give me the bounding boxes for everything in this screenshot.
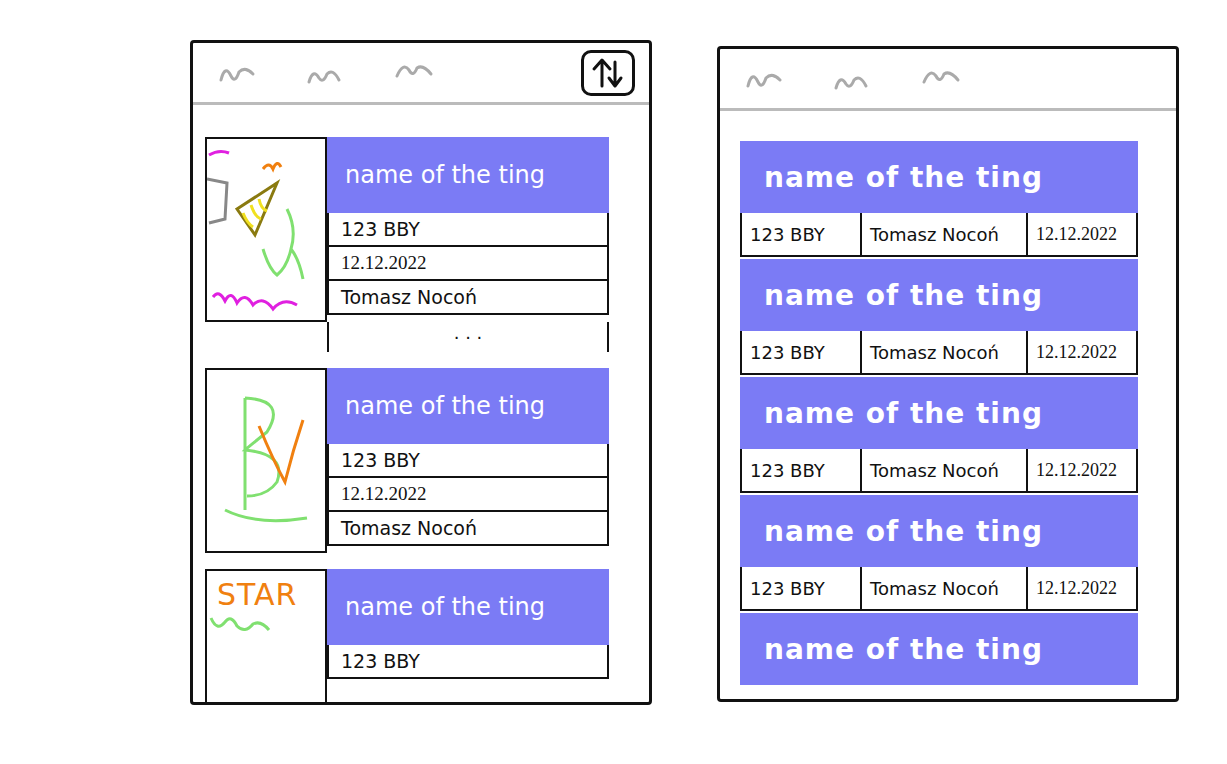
item-details: 123 BBY Tomasz Nocoń 12.12.2022 xyxy=(740,567,1138,611)
item-picture xyxy=(205,137,327,322)
item-title: name of the ting xyxy=(740,613,1138,685)
item-card[interactable]: name of the ting 123 BBY Tomasz Nocoń 12… xyxy=(740,495,1138,611)
item-price: 123 BBY xyxy=(327,645,609,679)
item-card[interactable]: name of the ting 123 BBY Tomasz Nocoń 12… xyxy=(740,259,1138,375)
item-price: 123 BBY xyxy=(327,444,609,478)
item-info: name of the ting 123 BBY xyxy=(327,569,609,705)
item-title: name of the ting xyxy=(740,495,1138,567)
item-author: Tomasz Nocoń xyxy=(860,331,1026,373)
item-date: 12.12.2022 xyxy=(1026,331,1136,373)
item-card[interactable]: name of the ting 123 BBY Tomasz Nocoń 12… xyxy=(740,141,1138,257)
item-card[interactable]: STAR name of the ting 123 BBY xyxy=(205,569,649,705)
picture-label: STAR xyxy=(207,571,297,612)
sort-arrows-icon xyxy=(590,56,626,90)
item-info: name of the ting 123 BBY 12.12.2022 Toma… xyxy=(327,368,609,553)
item-price: 123 BBY xyxy=(742,567,860,609)
item-details: 123 BBY Tomasz Nocoń 12.12.2022 xyxy=(740,331,1138,375)
item-details: 123 BBY Tomasz Nocoń 12.12.2022 xyxy=(740,213,1138,257)
title-placeholder-icon xyxy=(217,58,457,88)
item-price: 123 BBY xyxy=(742,331,860,373)
item-price: 123 BBY xyxy=(742,449,860,491)
scribble-doodle-icon xyxy=(207,370,325,551)
item-title: name of the ting xyxy=(740,141,1138,213)
item-title: name of the ting xyxy=(327,137,609,213)
item-list: name of the ting 123 BBY 12.12.2022 Toma… xyxy=(193,105,649,705)
item-list: name of the ting 123 BBY Tomasz Nocoń 12… xyxy=(720,111,1176,685)
item-author: Tomasz Nocoń xyxy=(860,213,1026,255)
item-picture: STAR xyxy=(205,569,327,705)
item-author: Tomasz Nocoń xyxy=(327,281,609,315)
item-author: Tomasz Nocoń xyxy=(860,567,1026,609)
more-indicator[interactable]: · · · xyxy=(327,322,609,352)
item-date: 12.12.2022 xyxy=(1026,449,1136,491)
item-card[interactable]: name of the ting 123 BBY 12.12.2022 Toma… xyxy=(205,368,649,553)
item-date: 12.12.2022 xyxy=(1026,567,1136,609)
scribble-doodle-icon xyxy=(207,612,287,636)
item-card[interactable]: name of the ting 123 BBY Tomasz Nocoń 12… xyxy=(740,377,1138,493)
phone-screen: name of the ting 123 BBY 12.12.2022 Toma… xyxy=(190,40,652,705)
header xyxy=(193,43,649,105)
item-date: 12.12.2022 xyxy=(327,247,609,281)
item-title: name of the ting xyxy=(740,377,1138,449)
party-hat-doodle-icon xyxy=(207,139,325,320)
item-info: name of the ting 123 BBY 12.12.2022 Toma… xyxy=(327,137,609,322)
item-details: 123 BBY Tomasz Nocoń 12.12.2022 xyxy=(740,449,1138,493)
item-date: 12.12.2022 xyxy=(1026,213,1136,255)
header xyxy=(720,49,1176,111)
item-author: Tomasz Nocoń xyxy=(860,449,1026,491)
item-title: name of the ting xyxy=(740,259,1138,331)
item-title: name of the ting xyxy=(327,569,609,645)
item-date: 12.12.2022 xyxy=(327,478,609,512)
item-picture xyxy=(205,368,327,553)
page: name of the ting 123 BBY 12.12.2022 Toma… xyxy=(0,0,1227,764)
sort-button[interactable] xyxy=(581,50,635,96)
title-placeholder-icon xyxy=(744,64,984,94)
phone-screen: name of the ting 123 BBY Tomasz Nocoń 12… xyxy=(717,46,1179,702)
item-title: name of the ting xyxy=(327,368,609,444)
item-price: 123 BBY xyxy=(327,213,609,247)
item-card[interactable]: name of the ting xyxy=(740,613,1138,685)
item-price: 123 BBY xyxy=(742,213,860,255)
item-card[interactable]: name of the ting 123 BBY 12.12.2022 Toma… xyxy=(205,137,649,352)
item-author: Tomasz Nocoń xyxy=(327,512,609,546)
